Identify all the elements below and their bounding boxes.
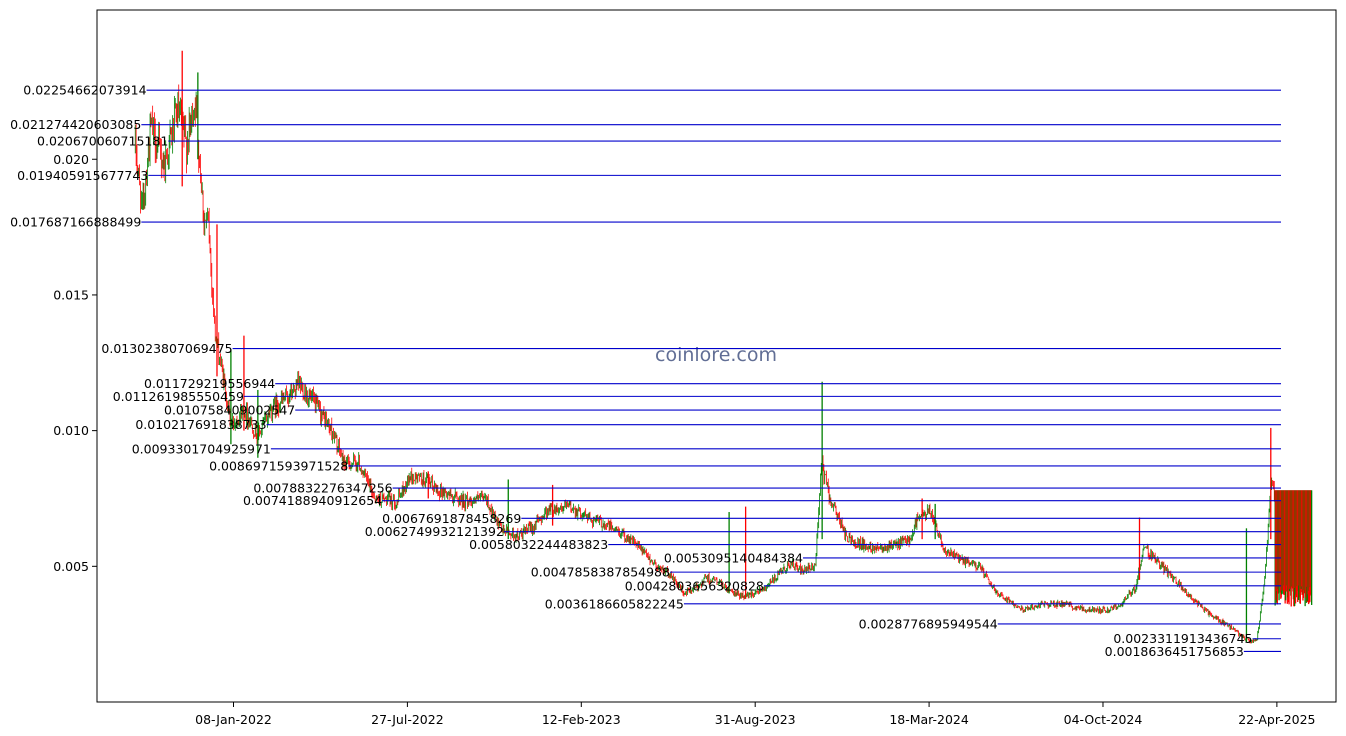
x-tick-label: 12-Feb-2023	[542, 712, 621, 727]
x-tick-label: 18-Mar-2024	[889, 712, 969, 727]
level-label: 0.0018636451756853	[1105, 644, 1244, 659]
price-chart: coinlore.com 0.02254662073914 0.021274420…	[10, 9, 1337, 727]
x-tick-label: 27-Jul-2022	[371, 712, 444, 727]
level-label: 0.0086971593971528	[209, 458, 348, 473]
x-tick-label: 04-Oct-2024	[1064, 712, 1143, 727]
x-tick-label: 22-Apr-2025	[1238, 712, 1315, 727]
level-label: 0.020670060715181	[37, 134, 168, 149]
level-label: 0.010217691838733	[135, 417, 266, 432]
y-tick-label: 0.005	[53, 559, 89, 574]
level-label: 0.021274420603085	[10, 117, 141, 132]
y-tick-label: 0.015	[53, 287, 89, 302]
level-label: 0.019405915677743	[17, 168, 148, 183]
level-label: 0.0074188940912654	[243, 493, 382, 508]
level-label: 0.0053095140484384	[664, 550, 803, 565]
level-label: 0.0028776895949544	[859, 616, 998, 631]
level-label: 0.0058032244483823	[469, 537, 608, 552]
x-axis: 08-Jan-2022 27-Jul-2022 12-Feb-2023 31-Aug-…	[195, 702, 1316, 727]
level-label: 0.02254662073914	[23, 83, 146, 98]
level-label: 0.010758409002547	[164, 403, 295, 418]
watermark: coinlore.com	[655, 344, 777, 366]
level-label: 0.0093301704925971	[132, 441, 271, 456]
level-label: 0.0042803656320828	[625, 578, 764, 593]
level-label: 0.013023807069475	[101, 341, 232, 356]
y-tick-label: 0.020	[53, 152, 89, 167]
level-label: 0.0036186605822245	[545, 596, 684, 611]
level-label: 0.017687166888499	[10, 215, 141, 230]
y-tick-label: 0.010	[53, 423, 89, 438]
x-tick-label: 08-Jan-2022	[195, 712, 272, 727]
x-tick-label: 31-Aug-2023	[715, 712, 796, 727]
